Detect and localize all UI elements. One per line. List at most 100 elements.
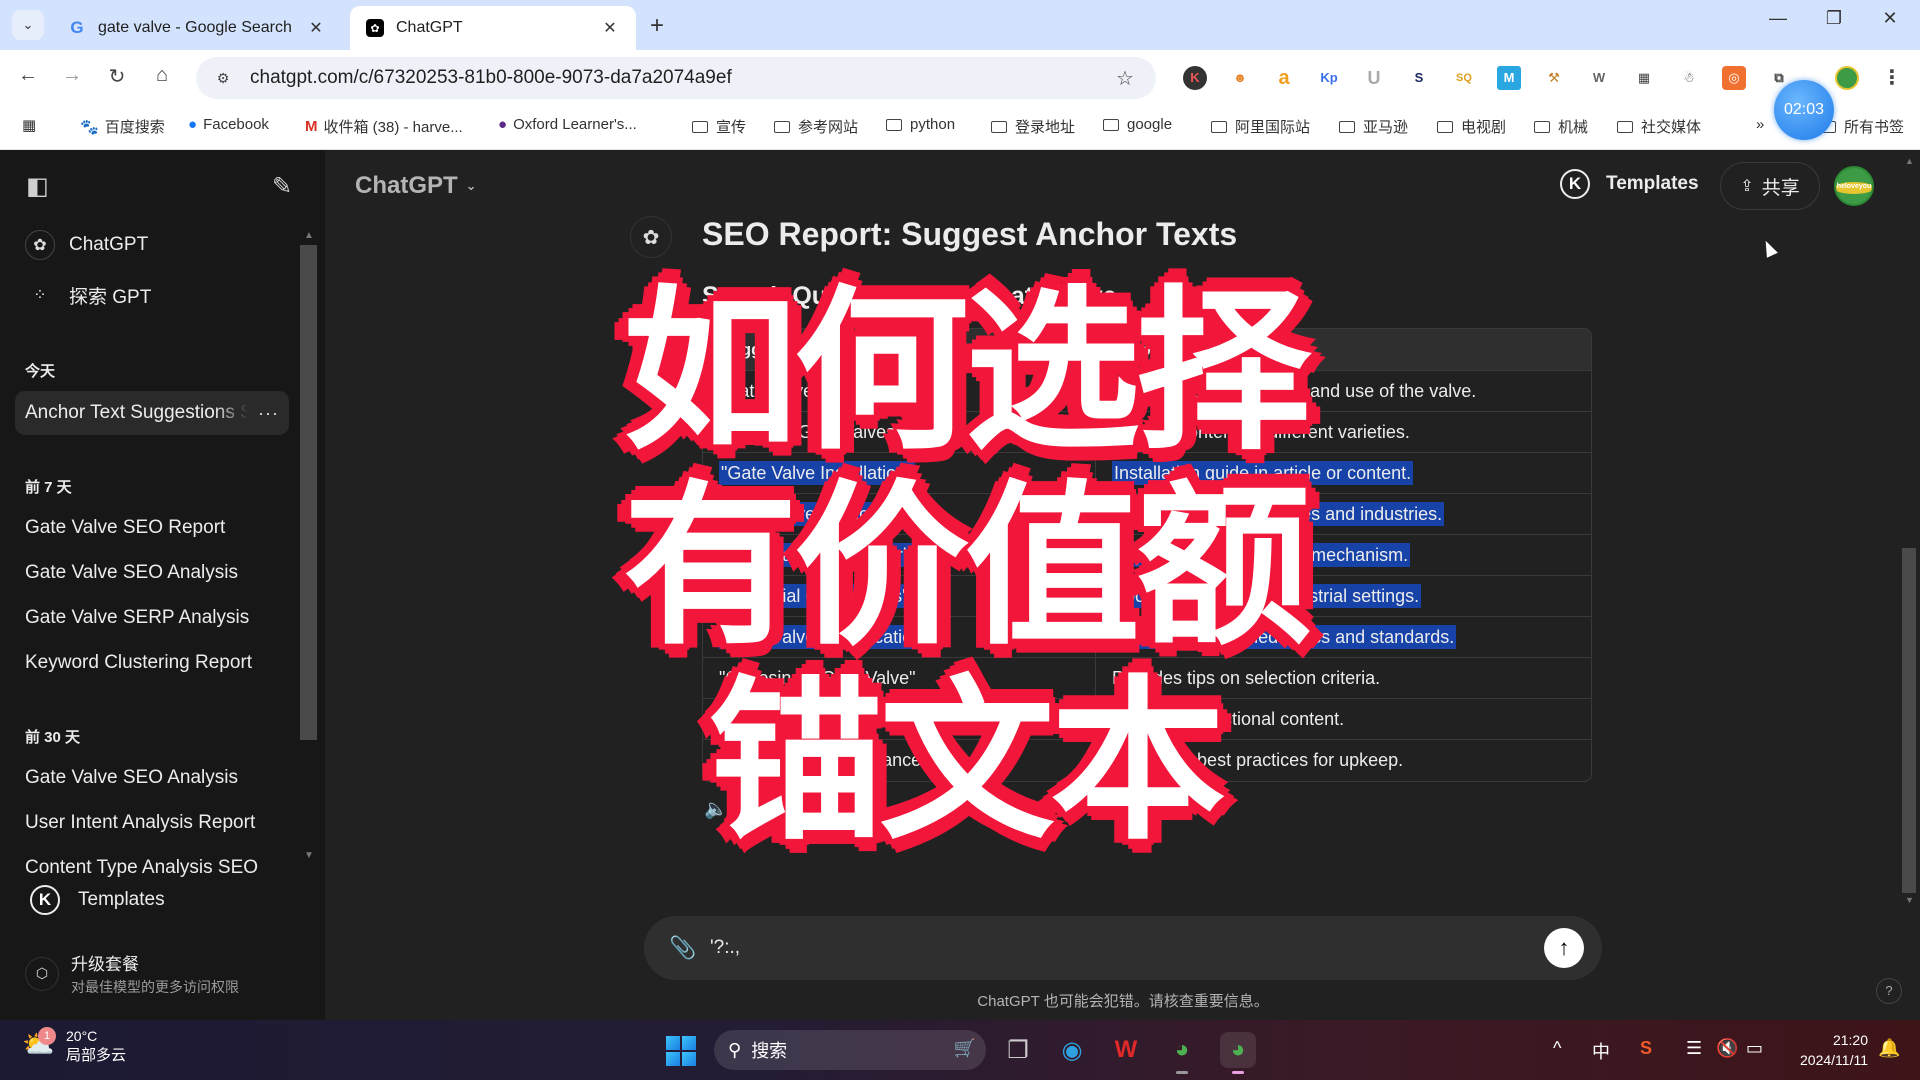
apps-grid-icon[interactable]: ▦: [22, 116, 42, 134]
bookmark-baidu[interactable]: 🐾 百度搜索: [80, 116, 165, 137]
bookmark-folder[interactable]: 亚马逊: [1339, 116, 1408, 137]
share-button[interactable]: ⇪ 共享: [1720, 162, 1820, 210]
read-aloud-icon[interactable]: 🔈: [704, 797, 728, 821]
wifi-icon[interactable]: ☰: [1686, 1038, 1702, 1059]
extension-camera-icon[interactable]: ◎: [1722, 66, 1746, 90]
scroll-up-arrow[interactable]: ▲: [1905, 156, 1914, 166]
sidebar-templates[interactable]: K Templates: [30, 885, 165, 915]
chat-history-item[interactable]: Gate Valve SEO Analysis: [25, 767, 290, 789]
chat-history-item[interactable]: User Intent Analysis Report: [25, 812, 290, 834]
more-options-icon[interactable]: ···: [258, 403, 279, 424]
home-button[interactable]: ⌂: [148, 64, 176, 87]
sogou-icon[interactable]: S: [1640, 1038, 1652, 1059]
close-window-button[interactable]: ✕: [1870, 8, 1910, 29]
chat-history-item[interactable]: Gate Valve SEO Analysis: [25, 562, 290, 584]
copy-icon[interactable]: ⧉: [746, 797, 760, 821]
more-bookmarks-button[interactable]: »: [1756, 116, 1764, 133]
extension-similarweb-icon[interactable]: S: [1407, 66, 1431, 90]
extension-m-icon[interactable]: M: [1497, 66, 1521, 90]
weather-widget[interactable]: ⛅ 1 20°C 局部多云: [22, 1026, 126, 1065]
header-templates-button[interactable]: K Templates: [1560, 169, 1699, 199]
url-text[interactable]: chatgpt.com/c/67320253-81b0-800e-9073-da…: [250, 67, 1116, 89]
close-tab-icon[interactable]: ✕: [306, 18, 326, 38]
chat-history-item[interactable]: Keyword Clustering Report: [25, 652, 290, 674]
upgrade-plan-button[interactable]: ⬡ 升级套餐 对最佳模型的更多访问权限: [25, 950, 239, 997]
chat-history-item[interactable]: Content Type Analysis SEO: [25, 857, 290, 877]
bookmark-folder[interactable]: 社交媒体: [1617, 116, 1701, 137]
chrome-active-icon[interactable]: ◕: [1220, 1032, 1256, 1074]
tab-chatgpt[interactable]: ✿ ChatGPT ✕: [350, 6, 636, 50]
scrollbar-thumb[interactable]: [300, 245, 317, 740]
sidebar-item-explore-gpt[interactable]: ⁘ 探索 GPT: [25, 280, 151, 310]
chrome-icon[interactable]: ◕: [1164, 1032, 1200, 1074]
scroll-down-arrow[interactable]: ▼: [1905, 895, 1914, 905]
chat-history-item[interactable]: Gate Valve SEO Report: [25, 517, 290, 539]
toggle-sidebar-icon[interactable]: ◧: [26, 172, 49, 201]
recording-timer[interactable]: 02:03: [1774, 80, 1834, 140]
bookmark-gmail[interactable]: M 收件箱 (38) - harve...: [305, 116, 463, 137]
bookmark-oxford[interactable]: ● Oxford Learner's...: [498, 116, 637, 133]
help-icon[interactable]: ?: [1876, 978, 1902, 1004]
model-selector[interactable]: ChatGPT ⌄: [355, 172, 477, 200]
extension-qr-icon[interactable]: ▦: [1632, 66, 1656, 90]
volume-muted-icon[interactable]: 🔇: [1716, 1038, 1738, 1059]
extension-u-icon[interactable]: U: [1362, 66, 1386, 90]
new-tab-button[interactable]: +: [650, 12, 664, 40]
minimize-button[interactable]: —: [1758, 8, 1798, 29]
system-clock[interactable]: 21:20 2024/11/11: [1790, 1030, 1868, 1070]
forward-button[interactable]: →: [58, 64, 86, 87]
restore-button[interactable]: ❐: [1814, 8, 1854, 29]
extension-wordpress-icon[interactable]: W: [1587, 66, 1611, 90]
back-button[interactable]: ←: [14, 64, 42, 87]
bookmark-folder[interactable]: 参考网站: [774, 116, 858, 137]
bookmark-folder[interactable]: google: [1103, 116, 1172, 133]
ime-indicator[interactable]: 中: [1592, 1038, 1610, 1064]
all-bookmarks-button[interactable]: 所有书签: [1820, 116, 1904, 137]
windows-start-icon[interactable]: [666, 1036, 696, 1066]
site-info-icon[interactable]: ⚙: [208, 70, 238, 87]
sidebar-scrollbar[interactable]: [300, 245, 317, 745]
bookmark-facebook[interactable]: ● Facebook: [188, 116, 269, 133]
scrollbar-thumb[interactable]: [1902, 548, 1916, 893]
scroll-up-arrow[interactable]: ▲: [304, 230, 314, 241]
bookmark-folder[interactable]: 宣传: [692, 116, 746, 137]
extension-sq-icon[interactable]: SQ: [1452, 66, 1476, 90]
bookmark-folder[interactable]: 机械: [1534, 116, 1588, 137]
profile-avatar-icon[interactable]: [1835, 66, 1859, 90]
bookmark-star-icon[interactable]: ☆: [1116, 66, 1146, 91]
task-view-icon[interactable]: ❐: [1000, 1032, 1036, 1068]
user-avatar[interactable]: heloveyou: [1834, 166, 1874, 206]
bookmark-folder[interactable]: 电视剧: [1437, 116, 1506, 137]
close-tab-icon[interactable]: ✕: [600, 18, 620, 38]
tab-google-search[interactable]: G gate valve - Google Search ✕: [52, 6, 342, 50]
bookmark-folder[interactable]: python: [886, 116, 955, 133]
scroll-down-arrow[interactable]: ▼: [304, 850, 314, 861]
show-hidden-icons[interactable]: ^: [1553, 1038, 1561, 1059]
battery-icon[interactable]: ▭: [1746, 1038, 1763, 1059]
edge-icon[interactable]: ◉: [1054, 1032, 1090, 1068]
sidebar-item-chatgpt[interactable]: ✿ ChatGPT: [25, 230, 148, 260]
extension-tools-icon[interactable]: ⚒: [1542, 66, 1566, 90]
regenerate-icon[interactable]: ⟳⌄: [861, 797, 893, 821]
wps-icon[interactable]: W: [1108, 1032, 1144, 1068]
main-scrollbar[interactable]: ▲ ▼: [1900, 150, 1918, 910]
browser-menu-icon[interactable]: ⋮: [1880, 66, 1904, 90]
extension-ghost-icon[interactable]: ☃: [1677, 66, 1701, 90]
send-button[interactable]: ↑: [1544, 928, 1584, 968]
message-input[interactable]: [710, 937, 1544, 959]
notifications-icon[interactable]: 🔔: [1878, 1038, 1900, 1059]
reload-button[interactable]: ↻: [103, 64, 131, 89]
bookmark-folder[interactable]: 阿里国际站: [1211, 116, 1310, 137]
extension-kp-icon[interactable]: Kp: [1317, 66, 1341, 90]
tab-search-dropdown[interactable]: ⌄: [12, 10, 44, 40]
extension-amazon-icon[interactable]: a: [1272, 66, 1296, 90]
taskbar-search[interactable]: ⚲ 搜索 🛒: [714, 1030, 986, 1070]
bookmark-folder[interactable]: 登录地址: [991, 116, 1075, 137]
thumbs-up-icon[interactable]: 👍: [777, 797, 801, 821]
extension-monkey-icon[interactable]: ☻: [1228, 66, 1252, 90]
chat-history-item[interactable]: Gate Valve SERP Analysis: [25, 607, 290, 629]
address-bar[interactable]: ⚙ chatgpt.com/c/67320253-81b0-800e-9073-…: [196, 57, 1156, 99]
chat-history-item-active[interactable]: Anchor Text Suggestions SEO ···: [15, 391, 289, 435]
attach-paperclip-icon[interactable]: 📎: [668, 935, 698, 961]
extension-k-icon[interactable]: K: [1183, 66, 1207, 90]
